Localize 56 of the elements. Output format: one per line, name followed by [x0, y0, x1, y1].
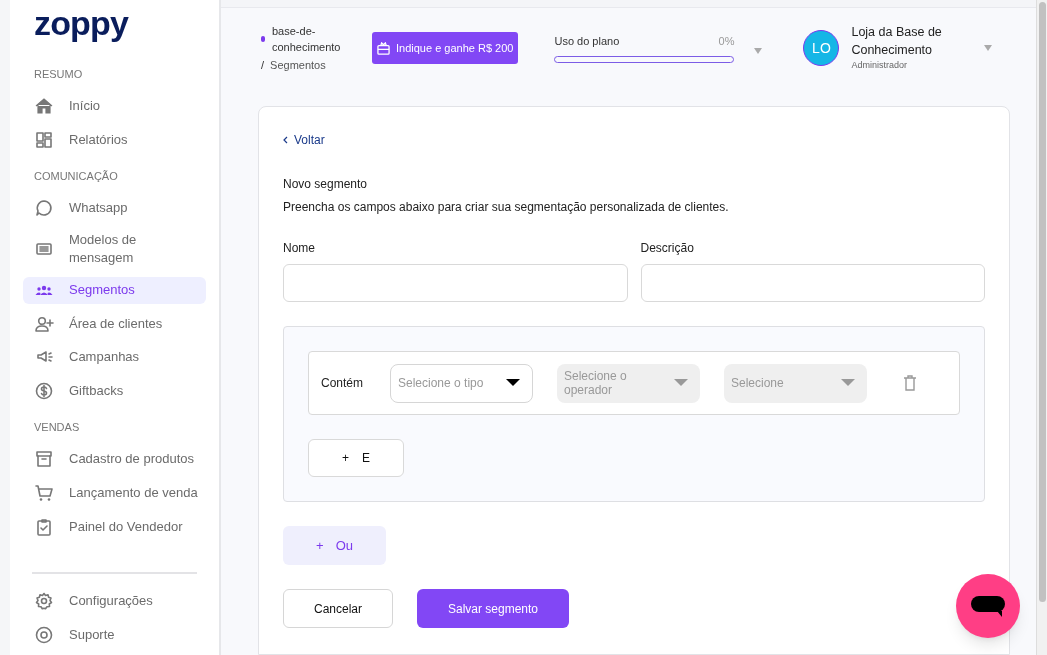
referral-button[interactable]: Indique e ganhe R$ 200	[372, 32, 519, 64]
sidebar-item[interactable]: Giftbacks	[23, 377, 206, 405]
cart-icon	[34, 482, 54, 503]
clipboard-icon	[34, 516, 54, 537]
user-role: Administrador	[851, 59, 908, 73]
sidebar-item[interactable]: Relatórios	[23, 126, 206, 154]
user-name: Loja da Base de Conhecimento	[851, 24, 943, 60]
breadcrumb-link[interactable]: base-de-conhecimento	[272, 22, 347, 55]
dropdown-arrow-icon	[506, 379, 520, 387]
form-title: Novo segmento	[283, 176, 369, 193]
sidebar-item[interactable]: Cadastro de produtos	[23, 445, 206, 473]
sidebar-item[interactable]: Lançamento de venda	[23, 479, 206, 507]
sidebar-item[interactable]: Campanhas	[23, 343, 206, 372]
dropdown-arrow-icon	[674, 379, 688, 387]
sidebar-item[interactable]: Painel do Vendedor	[23, 513, 206, 541]
chevron-left-icon	[283, 136, 288, 144]
select-field[interactable]: Selecione o tipo	[390, 363, 533, 403]
help-icon	[34, 624, 54, 645]
avatar: LO	[803, 30, 840, 66]
home-icon	[34, 96, 54, 117]
section-heading: RESUMO	[34, 67, 84, 82]
plan-reading: 0%	[718, 34, 735, 50]
chat-icon	[34, 197, 54, 218]
gear-icon	[34, 591, 54, 612]
add-or-button[interactable]: + Ou	[283, 526, 386, 565]
cancel-button[interactable]: Cancelar	[283, 589, 393, 628]
sidebar-item[interactable]: Modelos de mensagem	[23, 228, 206, 270]
sidebar-item[interactable]: Suporte	[23, 621, 206, 649]
form-description: Preencha os campos abaixo para criar sua segmentação personalizada de clientes.	[283, 199, 730, 216]
caret-icon[interactable]	[984, 45, 993, 51]
dollar-icon	[34, 381, 54, 402]
field-label: Nome	[283, 240, 316, 257]
breadcrumb-current: Segmentos	[270, 57, 326, 73]
gift-icon	[377, 41, 390, 55]
caret-icon[interactable]	[754, 48, 763, 54]
breadcrumb-separator: /	[261, 57, 265, 73]
sidebar-item[interactable]: Configurações	[23, 587, 206, 615]
field-label: Descrição	[640, 240, 695, 257]
dropdown-arrow-icon	[841, 379, 855, 387]
sidebar-item[interactable]: Segmentos	[23, 276, 206, 304]
sidebar-item[interactable]: Área de clientes	[23, 310, 206, 338]
back-link[interactable]: Voltar	[283, 131, 325, 149]
section-heading: COMUNICAÇÃO	[34, 168, 119, 184]
text-field[interactable]	[640, 264, 985, 302]
trash-icon[interactable]	[903, 375, 917, 391]
scrollbar[interactable]	[1036, 0, 1047, 655]
add-and-button[interactable]: + E	[308, 439, 404, 477]
save-button[interactable]: Salvar segmento	[417, 589, 569, 628]
archive-icon	[34, 449, 54, 470]
sidebar-item[interactable]: Whatsapp	[23, 194, 206, 222]
grid-icon	[34, 129, 54, 150]
section-heading: VENDAS	[34, 420, 81, 436]
text-field[interactable]	[283, 264, 628, 302]
sidebar-item[interactable]: Início	[23, 92, 206, 120]
rule-label: Contém	[321, 375, 365, 392]
plan-label: Uso do plano	[554, 34, 620, 50]
